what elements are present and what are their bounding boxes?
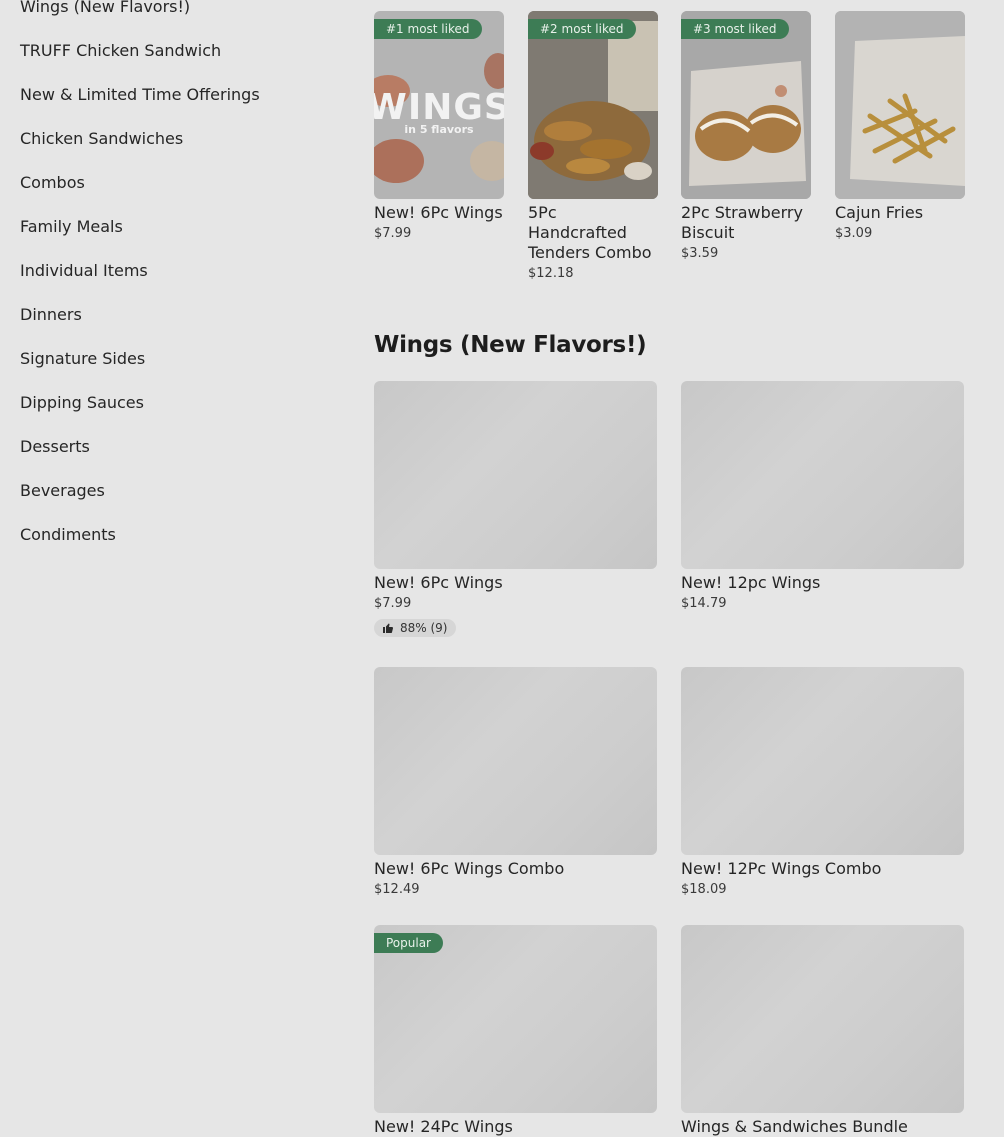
section-title: Wings (New Flavors!) (374, 332, 647, 358)
sidebar-item-signature-sides[interactable]: Signature Sides (20, 344, 340, 388)
product-image: #3 most liked (681, 11, 811, 199)
product-image: WINGS in 5 flavors #1 most liked (374, 11, 504, 199)
product-price: $3.09 (835, 226, 873, 241)
product-name: New! 12Pc Wings Combo (681, 859, 882, 878)
sidebar-item-wings[interactable]: Wings (New Flavors!) (20, 0, 340, 36)
tenders-combo-illustration (528, 11, 658, 199)
product-price: $18.09 (681, 882, 727, 897)
most-liked-card-3[interactable]: #3 most liked 2Pc Strawberry Biscuit $3.… (681, 11, 811, 261)
sidebar-item-dipping-sauces[interactable]: Dipping Sauces (20, 388, 340, 432)
product-image-placeholder (681, 667, 964, 855)
sidebar-item-chicken-sandwiches[interactable]: Chicken Sandwiches (20, 124, 340, 168)
sidebar-item-beverages[interactable]: Beverages (20, 476, 340, 520)
product-name: New! 24Pc Wings (374, 1117, 513, 1136)
cajun-fries-illustration (835, 11, 965, 199)
product-name: New! 6Pc Wings Combo (374, 859, 565, 878)
product-name: New! 12pc Wings (681, 573, 821, 592)
rating-text: 88% (9) (400, 621, 448, 635)
sidebar-item-desserts[interactable]: Desserts (20, 432, 340, 476)
product-price: $7.99 (374, 596, 412, 611)
product-price: $3.59 (681, 246, 719, 261)
popular-badge: Popular (374, 933, 443, 953)
thumbs-up-icon (383, 623, 394, 633)
product-image-placeholder (681, 925, 964, 1113)
product-name: 2Pc Strawberry Biscuit (681, 203, 803, 242)
menu-item-card[interactable]: New! 6Pc Wings Combo $12.49 (374, 667, 657, 897)
sidebar-item-combos[interactable]: Combos (20, 168, 340, 212)
product-price: $12.18 (528, 266, 574, 281)
product-image-placeholder (374, 381, 657, 569)
menu-item-card[interactable]: New! 6Pc Wings $7.99 88% (9) (374, 381, 657, 638)
product-name: New! 6Pc Wings (374, 203, 503, 222)
sidebar-item-individual-items[interactable]: Individual Items (20, 256, 340, 300)
product-name: New! 6Pc Wings (374, 573, 503, 592)
strawberry-biscuit-illustration (681, 11, 811, 199)
menu-item-card[interactable]: New! 12pc Wings $14.79 (681, 381, 964, 611)
promo-text-wings: WINGS (374, 87, 504, 128)
menu-item-card[interactable]: New! 12Pc Wings Combo $18.09 (681, 667, 964, 897)
product-name: 5Pc Handcrafted Tenders Combo (528, 203, 652, 262)
sidebar-item-family-meals[interactable]: Family Meals (20, 212, 340, 256)
most-liked-badge: #1 most liked (374, 19, 482, 39)
product-image-placeholder (681, 381, 964, 569)
sidebar-item-dinners[interactable]: Dinners (20, 300, 340, 344)
product-price: $12.49 (374, 882, 420, 897)
product-name: Wings & Sandwiches Bundle (681, 1117, 908, 1136)
sidebar-item-condiments[interactable]: Condiments (20, 520, 340, 564)
product-image-placeholder: Popular (374, 925, 657, 1113)
menu-item-card[interactable]: Wings & Sandwiches Bundle (681, 925, 964, 1137)
product-price: $7.99 (374, 226, 412, 241)
product-image-placeholder (374, 667, 657, 855)
product-name: Cajun Fries (835, 203, 924, 222)
product-image (835, 11, 965, 199)
most-liked-card-1[interactable]: WINGS in 5 flavors #1 most liked New! 6P… (374, 11, 504, 241)
most-liked-card-2[interactable]: #2 most liked 5Pc Handcrafted Tenders Co… (528, 11, 658, 281)
sidebar-item-truff-chicken-sandwich[interactable]: TRUFF Chicken Sandwich (20, 36, 340, 80)
rating-badge: 88% (9) (374, 619, 457, 637)
category-sidebar: Wings (New Flavors!) TRUFF Chicken Sandw… (20, 0, 340, 564)
most-liked-card-4[interactable]: Cajun Fries $3.09 (835, 11, 965, 241)
most-liked-badge: #2 most liked (528, 19, 636, 39)
most-liked-badge: #3 most liked (681, 19, 789, 39)
wings-promo-illustration: WINGS in 5 flavors (374, 53, 504, 183)
promo-text-flavors: in 5 flavors (404, 123, 474, 136)
menu-item-card[interactable]: Popular New! 24Pc Wings (374, 925, 657, 1137)
sidebar-item-new-limited-time[interactable]: New & Limited Time Offerings (20, 80, 340, 124)
product-image: #2 most liked (528, 11, 658, 199)
product-price: $14.79 (681, 596, 727, 611)
